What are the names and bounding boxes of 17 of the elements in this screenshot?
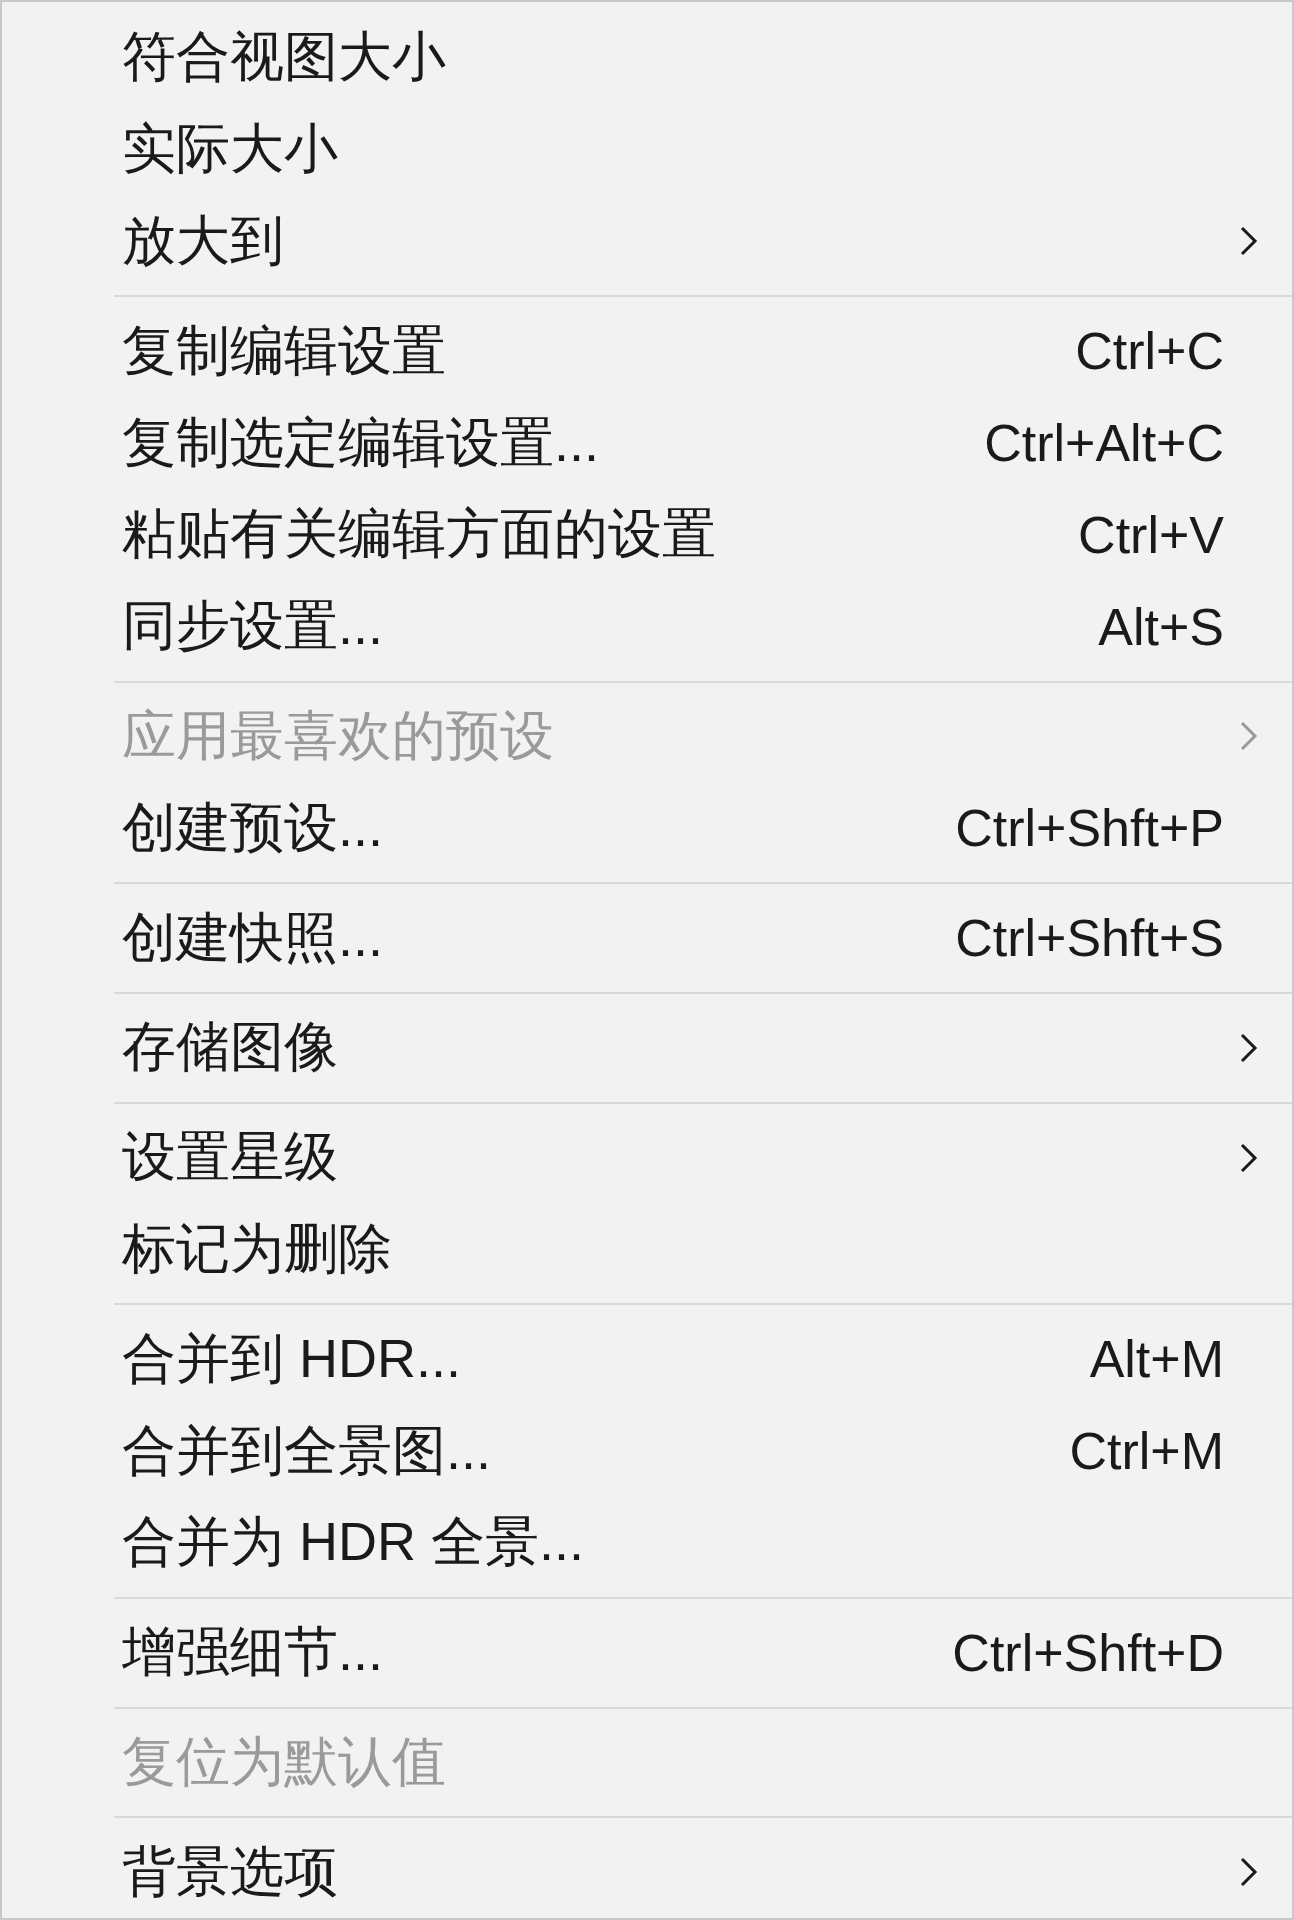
menu-item[interactable]: 创建快照... Ctrl+Shft+S xyxy=(2,892,1292,984)
menu-item[interactable]: 设置星级 xyxy=(2,1111,1292,1204)
menu-item[interactable]: 复制编辑设置 Ctrl+C xyxy=(2,305,1292,398)
menu-item[interactable]: 合并到 HDR... Alt+M xyxy=(2,1313,1292,1406)
menu-item[interactable]: 背景选项 xyxy=(2,1826,1292,1919)
menu-item[interactable]: 放大到 xyxy=(2,195,1292,288)
menu-item[interactable]: 同步设置... Alt+S xyxy=(2,580,1292,673)
menu-item[interactable]: 合并到全景图... Ctrl+M xyxy=(2,1405,1292,1497)
menu-item[interactable]: 增强细节... Ctrl+Shft+D xyxy=(2,1606,1292,1699)
menu-item[interactable]: 实际大小 xyxy=(2,103,1292,196)
menu-item[interactable]: 符合视图大小 xyxy=(2,12,1292,104)
menu-item[interactable]: 创建预设... Ctrl+Shft+P xyxy=(2,782,1292,875)
menu-item[interactable]: 合并为 HDR 全景... xyxy=(2,1496,1292,1589)
menu-item[interactable]: 标记为删除 xyxy=(2,1203,1292,1296)
menu-item[interactable]: 复制选定编辑设置... Ctrl+Alt+C xyxy=(2,397,1292,489)
menu-item[interactable]: 粘贴有关编辑方面的设置 Ctrl+V xyxy=(2,489,1292,581)
menu-item[interactable]: 存储图像 xyxy=(2,1001,1292,1094)
